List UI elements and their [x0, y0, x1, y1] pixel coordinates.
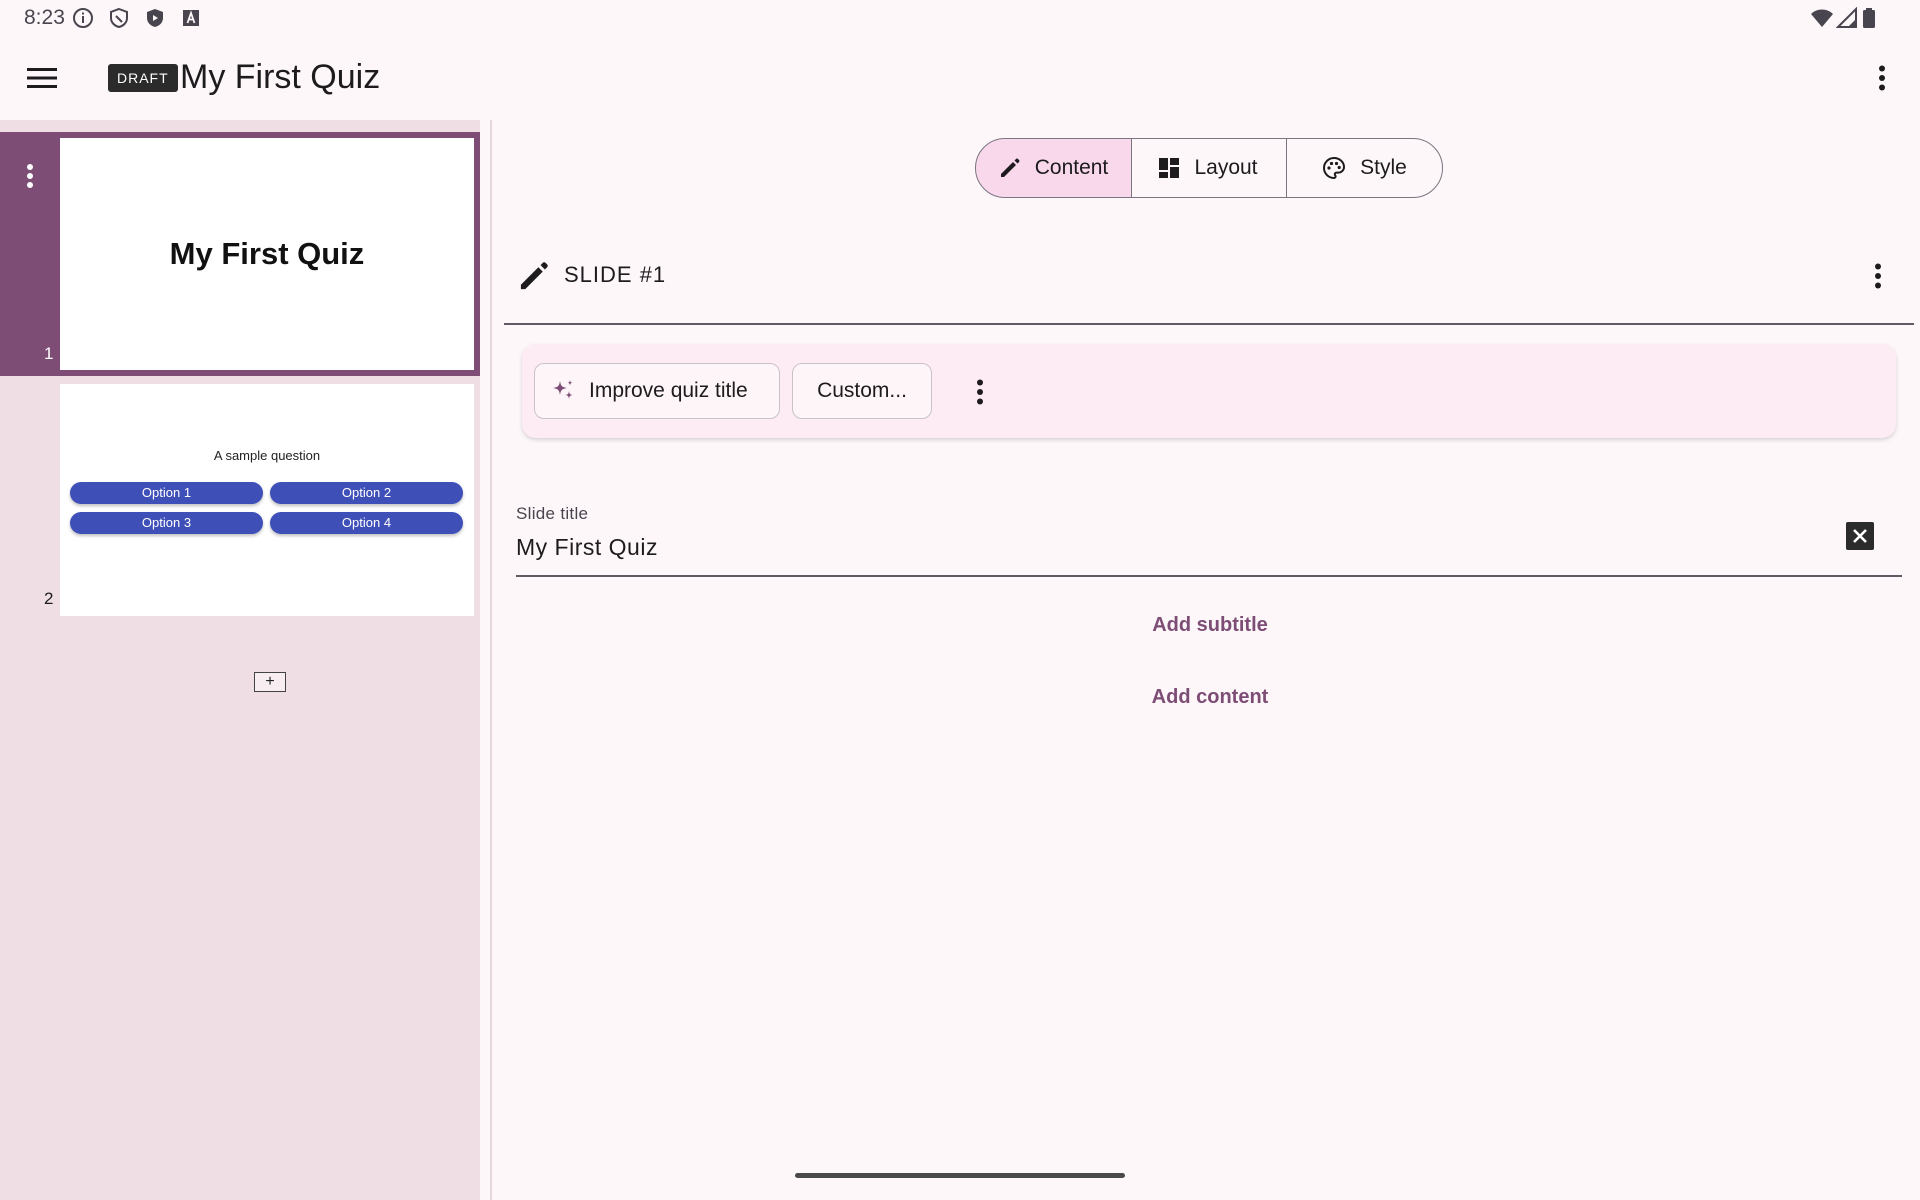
answer-option: Option 2: [270, 482, 463, 504]
close-icon: [1852, 528, 1868, 544]
tab-label: Content: [1034, 156, 1109, 179]
more-vert-icon: [26, 164, 34, 188]
slide-heading: SLIDE #1: [564, 262, 667, 287]
more-vert-icon: [1878, 65, 1886, 91]
hamburger-menu-icon: [27, 67, 57, 89]
pencil-icon: [999, 157, 1021, 179]
clear-title-button[interactable]: [1846, 522, 1874, 550]
more-vert-icon: [1874, 263, 1882, 289]
slide-thumbnail-question: A sample question: [213, 448, 321, 463]
answer-option: Option 1: [70, 482, 263, 504]
slide-number: 1: [44, 344, 54, 363]
more-vert-icon: [976, 379, 984, 405]
tab-label: Layout: [1194, 156, 1258, 179]
tab-label: Style: [1360, 156, 1407, 179]
sidebar-divider: [490, 120, 492, 1200]
battery-icon: [1862, 7, 1884, 29]
slide-1-menu-button[interactable]: [14, 160, 46, 192]
more-options-button[interactable]: [1862, 58, 1902, 98]
tab-style[interactable]: Style: [1286, 138, 1443, 198]
page-title: My First Quiz: [180, 58, 381, 96]
tab-content[interactable]: Content: [975, 138, 1132, 198]
slide-thumbnail-title: My First Quiz: [169, 236, 365, 271]
chip-label: Improve quiz title: [589, 379, 748, 402]
status-time: 8:23: [24, 6, 65, 29]
menu-button[interactable]: [18, 58, 66, 98]
draft-badge: DRAFT: [108, 64, 178, 92]
info-icon: [72, 7, 94, 29]
answer-option: Option 4: [270, 512, 463, 534]
custom-prompt-button[interactable]: Custom...: [792, 363, 932, 419]
field-underline: [516, 575, 1902, 577]
shield-play-icon: [144, 7, 166, 29]
pencil-icon: [518, 260, 550, 292]
palette-icon: [1322, 156, 1346, 180]
add-slide-button[interactable]: +: [254, 672, 286, 692]
status-bar: 8:23: [0, 0, 1920, 36]
wifi-icon: [1810, 7, 1833, 29]
shield-outline-icon: [108, 7, 130, 29]
slide-thumbnail-2[interactable]: A sample question Option 1 Option 2 Opti…: [60, 384, 474, 616]
divider: [504, 323, 1914, 325]
dashboard-icon: [1158, 157, 1180, 179]
slide-number: 2: [44, 589, 54, 608]
add-subtitle-button[interactable]: Add subtitle: [1100, 614, 1320, 637]
answer-option: Option 3: [70, 512, 263, 534]
slide-title-label: Slide title: [516, 504, 589, 523]
slide-thumbnail-1[interactable]: My First Quiz: [60, 138, 474, 370]
add-content-button[interactable]: Add content: [1100, 686, 1320, 709]
sparkle-icon: [549, 377, 577, 405]
improve-quiz-title-button[interactable]: Improve quiz title: [534, 363, 780, 419]
slide-options-button[interactable]: [1862, 258, 1894, 294]
ai-more-options-button[interactable]: [964, 374, 996, 410]
font-a-icon: [180, 7, 202, 29]
signal-icon: [1836, 7, 1858, 29]
slide-title-input[interactable]: [516, 530, 1816, 564]
home-indicator[interactable]: [795, 1173, 1125, 1178]
tab-layout[interactable]: Layout: [1130, 138, 1287, 198]
